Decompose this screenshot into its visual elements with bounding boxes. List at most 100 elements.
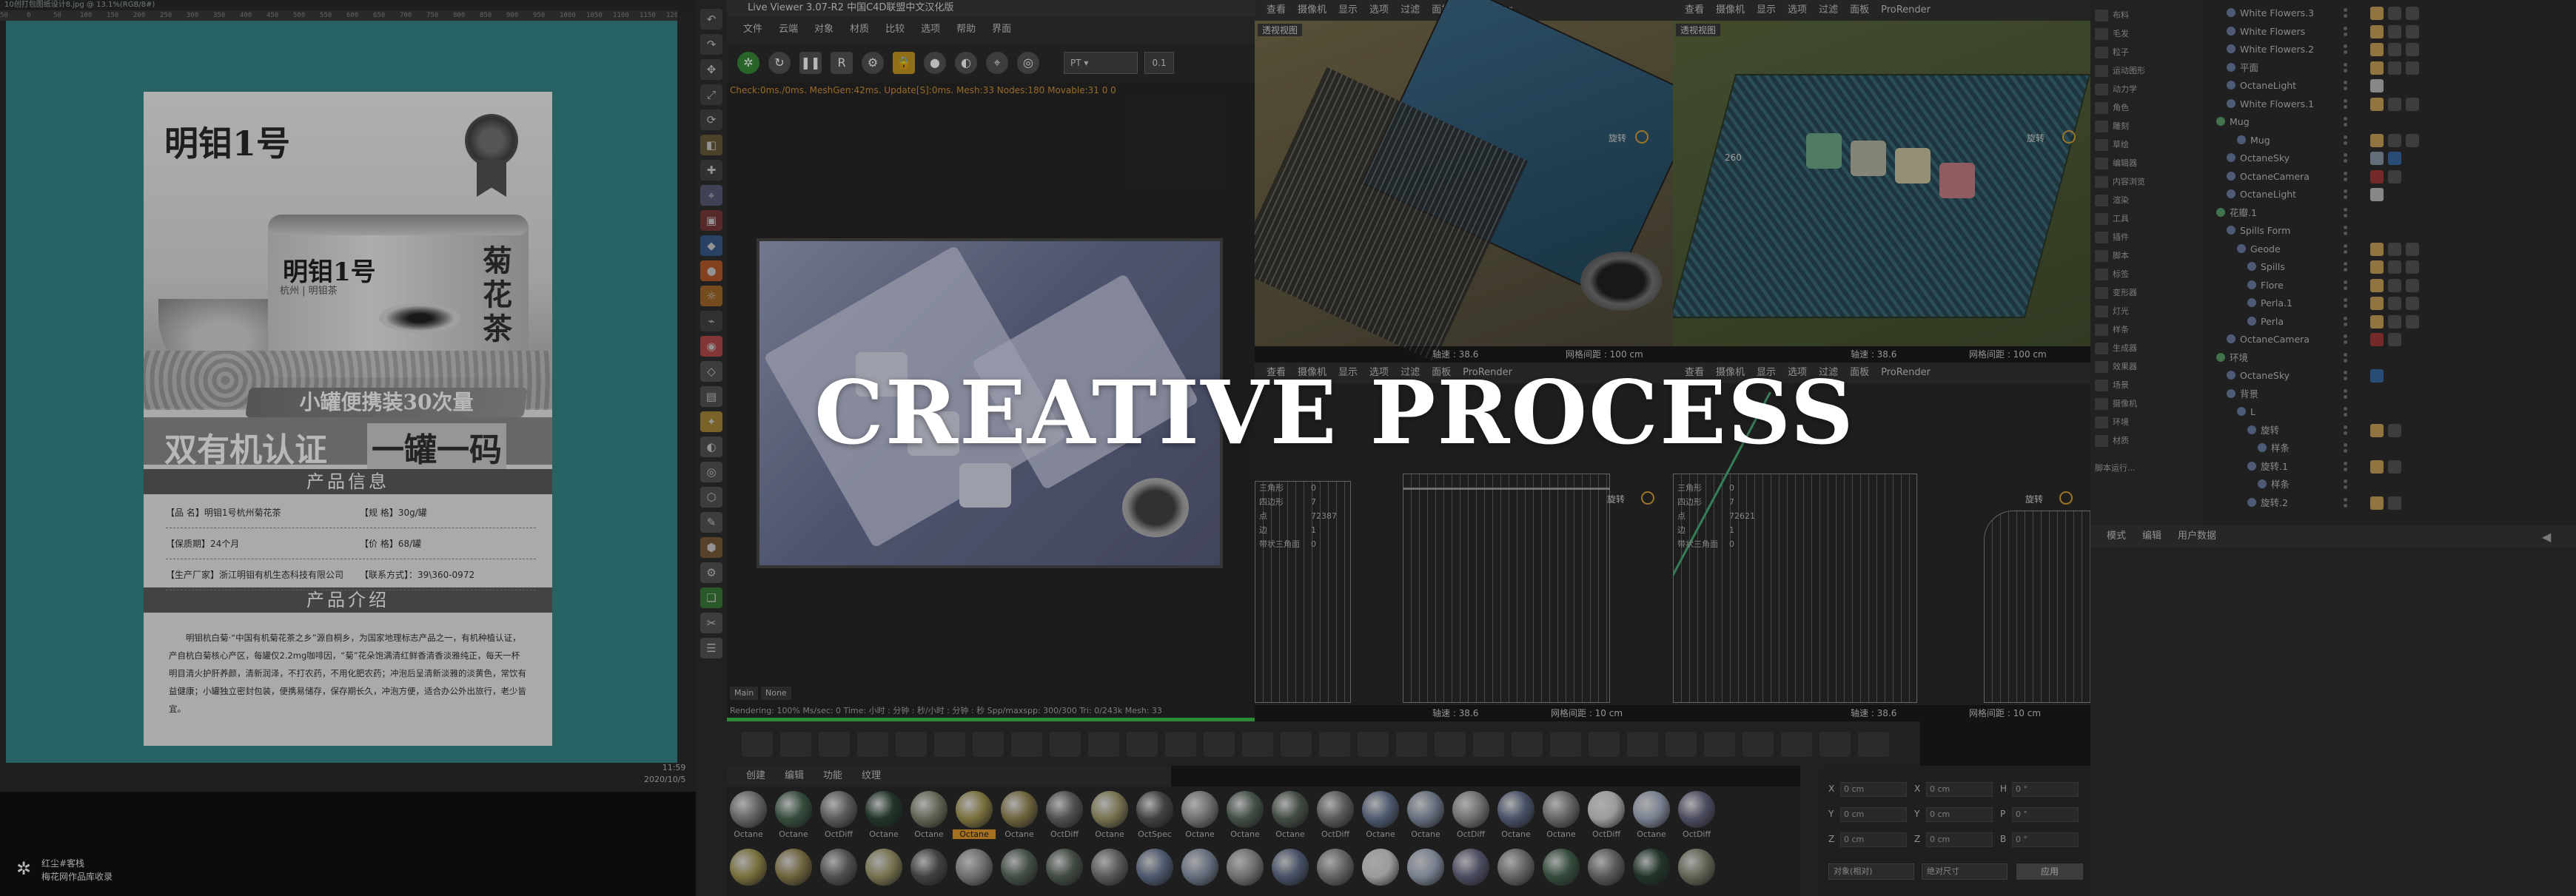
- material-tag-icon[interactable]: [2370, 278, 2384, 292]
- material-swatch[interactable]: [1495, 846, 1537, 896]
- coord-field[interactable]: 0 °: [2012, 832, 2079, 847]
- object-row[interactable]: L: [2201, 403, 2576, 421]
- viewport-menu-item[interactable]: 选项: [1788, 4, 1807, 16]
- command-button-icon[interactable]: [1858, 732, 1889, 757]
- layout-panel-item[interactable]: 环境: [2095, 414, 2198, 431]
- visibility-dots-icon[interactable]: [2344, 243, 2358, 255]
- viewport-menu-item[interactable]: 面板: [1850, 4, 1869, 16]
- coord-field[interactable]: 0 cm: [1926, 807, 1993, 822]
- command-button-icon[interactable]: [1396, 732, 1427, 757]
- document-tab[interactable]: 10创打包图纸设计8.jpg @ 13.1%(RGB/8#): [0, 0, 696, 10]
- viewport-menu-item[interactable]: 过滤: [1401, 4, 1420, 16]
- tool-button-icon[interactable]: ◎: [700, 462, 722, 482]
- viewport-menu-item[interactable]: 过滤: [1819, 4, 1838, 16]
- visibility-dots-icon[interactable]: [2344, 298, 2358, 309]
- material-swatch[interactable]: Octane: [1359, 788, 1402, 843]
- material-swatch[interactable]: OctDiff: [1449, 788, 1492, 843]
- material-scrollbar[interactable]: [1800, 766, 1822, 896]
- apply-button[interactable]: 应用: [2016, 863, 2083, 880]
- layout-panel-item[interactable]: 渲染: [2095, 192, 2198, 209]
- object-row[interactable]: Mug: [2201, 132, 2576, 149]
- visibility-dots-icon[interactable]: [2344, 98, 2358, 110]
- material-tag-icon[interactable]: [2406, 7, 2419, 20]
- kernel-select[interactable]: PT ▾: [1064, 52, 1138, 74]
- material-tag-icon[interactable]: [2370, 24, 2384, 38]
- tool-button-icon[interactable]: ◧: [700, 135, 722, 155]
- material-swatch[interactable]: Octane: [953, 788, 996, 843]
- material-tag-icon[interactable]: [2388, 133, 2401, 147]
- material-tag-icon[interactable]: [2406, 43, 2419, 56]
- tool-button-icon[interactable]: ✚: [700, 160, 722, 181]
- tool-button-icon[interactable]: ✦: [700, 411, 722, 432]
- object-row[interactable]: Perla: [2201, 313, 2576, 331]
- command-button-icon[interactable]: [1011, 732, 1042, 757]
- material-tag-icon[interactable]: [2370, 79, 2384, 92]
- tool-button-icon[interactable]: ◉: [700, 336, 722, 357]
- channel-icon[interactable]: ◐: [955, 52, 977, 74]
- material-tag-icon[interactable]: [2388, 459, 2401, 474]
- coord-field[interactable]: 0 cm: [1840, 782, 1907, 797]
- command-button-icon[interactable]: [1088, 732, 1119, 757]
- rotate-gizmo-icon[interactable]: [2059, 491, 2073, 505]
- visibility-dots-icon[interactable]: [2344, 81, 2358, 91]
- main-tab[interactable]: Main: [730, 687, 759, 700]
- tool-button-icon[interactable]: ⌁: [700, 311, 722, 331]
- material-tag-icon[interactable]: [2388, 152, 2401, 165]
- material-swatch[interactable]: Octane: [1404, 788, 1447, 843]
- lock-icon[interactable]: 🔒: [893, 52, 915, 74]
- visibility-dots-icon[interactable]: [2344, 443, 2358, 454]
- command-button-icon[interactable]: [973, 732, 1004, 757]
- object-row[interactable]: OctaneCamera: [2201, 168, 2576, 186]
- material-swatch[interactable]: [1133, 846, 1176, 896]
- coord-field[interactable]: 0 °: [2012, 807, 2079, 822]
- material-tag-icon[interactable]: [2388, 242, 2401, 256]
- command-button-icon[interactable]: [896, 732, 927, 757]
- material-swatch[interactable]: Octane: [908, 788, 950, 843]
- visibility-dots-icon[interactable]: [2344, 117, 2358, 127]
- material-swatch[interactable]: [1540, 846, 1583, 896]
- material-tag-icon[interactable]: [2406, 61, 2419, 75]
- material-tag-icon[interactable]: [2370, 97, 2384, 111]
- material-swatch[interactable]: [817, 846, 860, 896]
- layout-panel-item[interactable]: 毛发: [2095, 26, 2198, 42]
- object-row[interactable]: 旋转: [2201, 422, 2576, 439]
- menu-item-1[interactable]: 云端: [779, 24, 798, 35]
- tool-button-icon[interactable]: ▣: [700, 210, 722, 231]
- material-tag-icon[interactable]: [2370, 260, 2384, 274]
- material-swatch[interactable]: [1269, 846, 1312, 896]
- layout-panel-item[interactable]: 运动图形: [2095, 63, 2198, 79]
- material-tag-icon[interactable]: [2388, 7, 2401, 20]
- material-swatch[interactable]: [1178, 846, 1221, 896]
- material-tag-icon[interactable]: [2370, 496, 2384, 510]
- layout-panel-item[interactable]: 工具: [2095, 211, 2198, 227]
- resolution-spinner[interactable]: 0.1: [1144, 52, 1174, 74]
- viewport-menu-item[interactable]: 查看: [1685, 4, 1704, 16]
- material-swatch[interactable]: Octane: [1269, 788, 1312, 843]
- menu-item-7[interactable]: 界面: [992, 24, 1011, 35]
- menu-item-5[interactable]: 选项: [921, 24, 940, 35]
- visibility-dots-icon[interactable]: [2344, 207, 2358, 218]
- visibility-dots-icon[interactable]: [2344, 135, 2358, 146]
- tool-button-icon[interactable]: ↶: [700, 9, 722, 30]
- command-button-icon[interactable]: [1204, 732, 1235, 757]
- material-swatch[interactable]: [1630, 846, 1673, 896]
- material-tag-icon[interactable]: [2388, 297, 2401, 310]
- material-tag-icon[interactable]: [2370, 333, 2384, 346]
- material-swatch[interactable]: [1224, 846, 1267, 896]
- object-row[interactable]: Mug: [2201, 113, 2576, 131]
- layout-panel-item[interactable]: 场景: [2095, 377, 2198, 394]
- visibility-dots-icon[interactable]: [2344, 171, 2358, 182]
- layout-panel-item[interactable]: 内容浏览: [2095, 174, 2198, 190]
- material-swatch[interactable]: [727, 846, 770, 896]
- object-row[interactable]: 旋转.2: [2201, 494, 2576, 512]
- visibility-dots-icon[interactable]: [2344, 62, 2358, 73]
- focus-picker-icon[interactable]: ◎: [1017, 52, 1039, 74]
- command-button-icon[interactable]: [1743, 732, 1774, 757]
- attribute-menu-item[interactable]: 模式: [2107, 530, 2126, 542]
- layout-panel-item[interactable]: 标签: [2095, 266, 2198, 283]
- viewport-menu-item[interactable]: ProRender: [1881, 4, 1931, 16]
- command-button-icon[interactable]: [1704, 732, 1735, 757]
- visibility-dots-icon[interactable]: [2344, 407, 2358, 417]
- start-render-icon[interactable]: ✲: [737, 52, 759, 74]
- material-swatch[interactable]: [1585, 846, 1628, 896]
